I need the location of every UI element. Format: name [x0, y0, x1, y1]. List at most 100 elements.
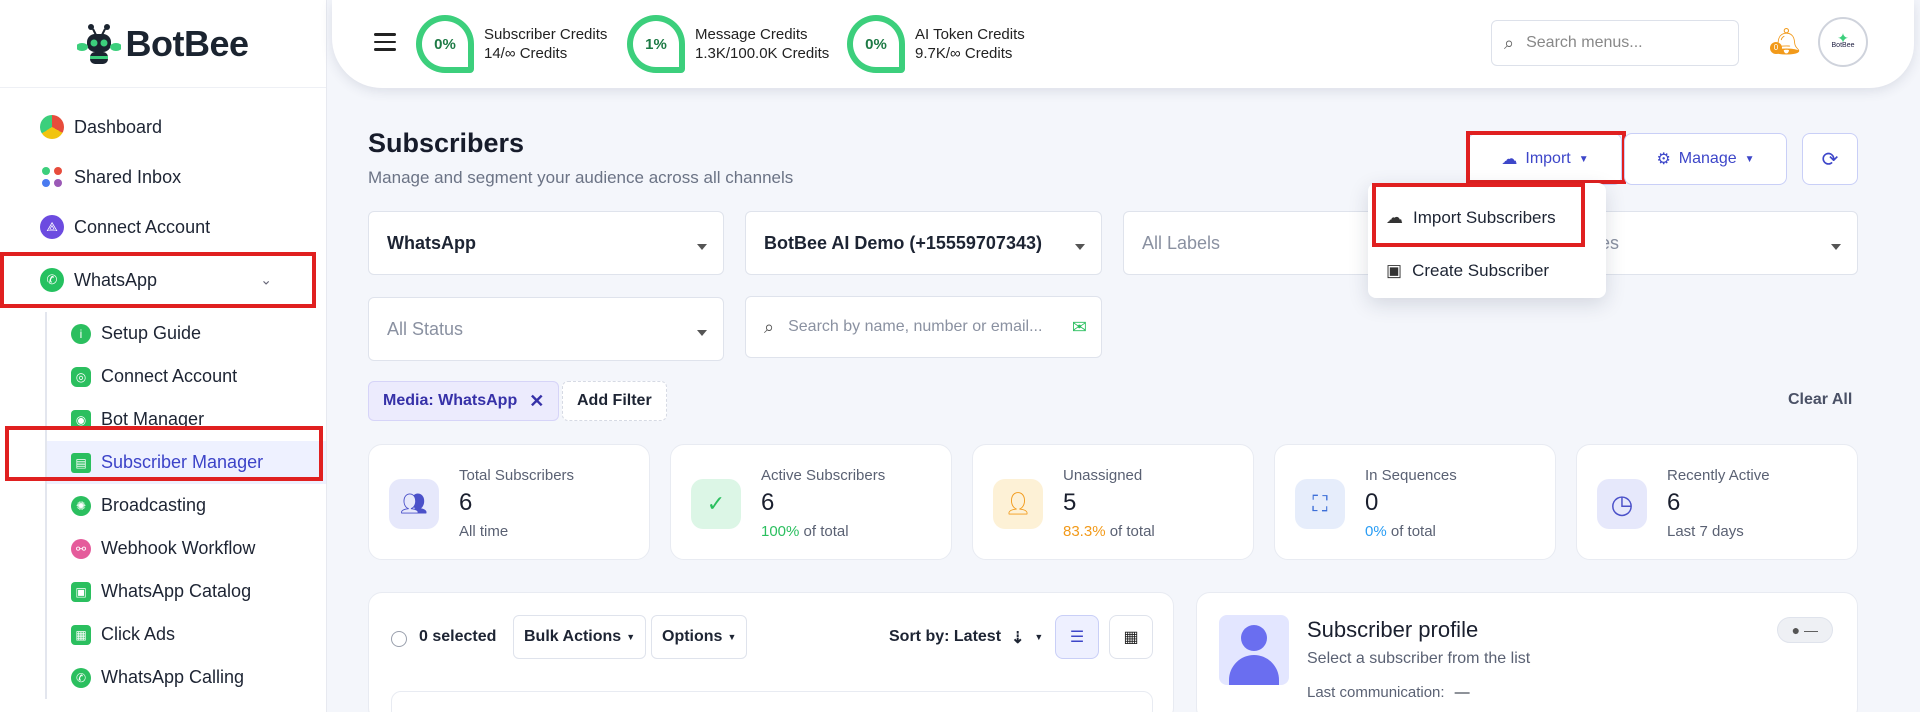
stat-value: 6 [1667, 489, 1681, 516]
channel-select[interactable]: WhatsApp [368, 211, 724, 275]
stat-card-sequences: ⛶ In Sequences 0 0% of total [1274, 444, 1556, 560]
sidebar-item-connect-account-wa[interactable]: ◎ Connect Account [47, 355, 326, 398]
close-icon[interactable]: ✕ [529, 391, 544, 412]
select-all-checkbox[interactable] [391, 631, 407, 647]
last-comm-value: — [1454, 684, 1470, 701]
sidebar-item-label: Shared Inbox [74, 166, 182, 187]
sidebar-item-connect-account[interactable]: ⟁ Connect Account [0, 202, 326, 252]
sidebar-item-shared-inbox[interactable]: Shared Inbox [0, 152, 326, 202]
sidebar-item-setup-guide[interactable]: i Setup Guide [47, 312, 326, 355]
list-view-icon[interactable]: ☰ [1055, 615, 1099, 659]
caret-down-icon: ▼ [727, 632, 737, 642]
page-title: Subscribers [368, 128, 525, 158]
status-select[interactable]: All Status [368, 297, 724, 361]
users-icon: 👥︎ [389, 479, 439, 529]
stat-footer-text: All time [459, 523, 509, 540]
stat-label: In Sequences [1365, 467, 1457, 484]
sidebar-item-label: WhatsApp Calling [101, 667, 245, 687]
hamburger-menu-icon[interactable] [374, 33, 396, 56]
search-menus-placeholder: Search menus... [1526, 34, 1643, 51]
stat-percent: 83.3% [1063, 523, 1106, 540]
sidebar-item-whatsapp-catalog[interactable]: ▣ WhatsApp Catalog [47, 570, 326, 613]
account-select[interactable]: BotBee AI Demo (+15559707343) [745, 211, 1102, 275]
brand-logo[interactable]: BotBee [0, 0, 326, 88]
caret-down-icon: ▼ [626, 632, 636, 642]
refresh-button[interactable]: ⟳ [1802, 133, 1858, 185]
list-item[interactable] [391, 691, 1153, 712]
shared-inbox-icon [40, 165, 64, 189]
click-ads-icon: ▦ [71, 624, 91, 645]
manage-button[interactable]: ⚙ Manage ▼ [1624, 133, 1787, 185]
options-label: Options [662, 628, 723, 645]
caret-down-icon [697, 244, 707, 250]
stat-footer-text: of total [799, 523, 849, 540]
sidebar-item-label: WhatsApp Catalog [101, 581, 252, 601]
stat-label: Active Subscribers [761, 467, 886, 484]
stat-value: 6 [761, 489, 775, 516]
status-value: All Status [387, 318, 464, 339]
add-filter-button[interactable]: Add Filter [562, 381, 667, 421]
sidebar-item-dashboard[interactable]: Dashboard [0, 102, 326, 152]
brand-name: BotBee [125, 22, 249, 64]
stat-percent: 100% [761, 523, 800, 540]
subscriber-manager-highlight [5, 426, 323, 481]
stat-card-total: 👥︎ Total Subscribers 6 All time [368, 444, 650, 560]
subscriber-search-input[interactable]: ⌕ Search by name, number or email... ✉ [745, 296, 1102, 358]
stat-percent: 0% [1365, 523, 1387, 540]
import-subscribers-highlight [1372, 183, 1585, 247]
stat-footer: 0% of total [1365, 523, 1436, 540]
credit-title: Message Credits [695, 26, 808, 43]
stat-footer-text: Last 7 days [1667, 523, 1744, 540]
ai-token-credits-ring: 0% [847, 15, 905, 73]
create-subscriber-label: Create Subscriber [1412, 260, 1550, 280]
sidebar-item-click-ads[interactable]: ▦ Click Ads [47, 613, 326, 656]
avatar-bee-icon: ✦ [1837, 30, 1849, 46]
options-button[interactable]: Options ▼ [651, 615, 748, 659]
last-communication: Last communication: — [1307, 684, 1470, 701]
create-subscriber-item[interactable]: ▣ Create Subscriber [1368, 244, 1606, 297]
sidebar-item-whatsapp[interactable]: ✆ WhatsApp ⌄ [0, 252, 316, 308]
stat-footer: 100% of total [761, 523, 849, 540]
caret-down-icon: ▼ [1744, 153, 1755, 165]
chip-label: Media: WhatsApp [383, 392, 518, 409]
top-bar: 0% Subscriber Credits 14/∞ Credits 1% Me… [332, 0, 1914, 88]
avatar[interactable]: ✦ BotBee [1818, 17, 1868, 67]
notification-badge: 0 [1770, 42, 1782, 54]
mail-icon[interactable]: ✉ [1072, 317, 1087, 338]
refresh-icon: ⟳ [1821, 148, 1839, 171]
sort-control[interactable]: Sort by: Latest ⇣ ▼ [889, 628, 1043, 648]
credit-title: Subscriber Credits [484, 26, 608, 43]
avatar-text: BotBee [1831, 42, 1855, 49]
bulk-actions-button[interactable]: Bulk Actions ▼ [513, 615, 647, 659]
credit-detail: 9.7K/∞ Credits [915, 45, 1013, 62]
stat-value: 0 [1365, 489, 1379, 516]
caret-down-icon [1831, 244, 1841, 250]
search-menus-input[interactable]: ⌕ Search menus... [1491, 20, 1739, 66]
status-badge: ● — [1776, 617, 1833, 643]
briefcase-icon: ▣ [1386, 260, 1403, 280]
selected-count: 0 selected [419, 628, 497, 645]
sidebar-item-label: Dashboard [74, 116, 163, 137]
stat-footer-text: of total [1105, 523, 1155, 540]
sidebar-item-broadcasting[interactable]: ✺ Broadcasting [47, 484, 326, 527]
subscriber-search-placeholder: Search by name, number or email... [788, 318, 1043, 335]
check-circle-icon: ✓ [691, 479, 741, 529]
sidebar-item-label: Setup Guide [101, 323, 202, 343]
clear-all-link[interactable]: Clear All [1788, 391, 1852, 409]
broadcast-icon: ✺ [71, 495, 91, 516]
sidebar-item-whatsapp-calling[interactable]: ✆ WhatsApp Calling [47, 656, 326, 699]
profile-avatar-icon [1219, 615, 1289, 685]
sidebar-item-label: Click Ads [101, 624, 176, 644]
sidebar-item-webhook-workflow[interactable]: ⚯ Webhook Workflow [47, 527, 326, 570]
search-icon: ⌕ [764, 316, 775, 337]
webhook-icon: ⚯ [71, 538, 91, 559]
grid-view-icon[interactable]: ▦ [1109, 615, 1153, 659]
sort-label: Sort by: Latest [889, 628, 1002, 645]
stat-card-active: ✓ Active Subscribers 6 100% of total [670, 444, 952, 560]
page-subtitle: Manage and segment your audience across … [368, 168, 794, 187]
channel-value: WhatsApp [387, 232, 476, 253]
stat-card-recent: ◷ Recently Active 6 Last 7 days [1576, 444, 1858, 560]
credit-detail: 14/∞ Credits [484, 45, 568, 62]
active-filter-chip[interactable]: Media: WhatsApp ✕ [368, 381, 560, 421]
sidebar-item-label: Broadcasting [101, 495, 207, 515]
